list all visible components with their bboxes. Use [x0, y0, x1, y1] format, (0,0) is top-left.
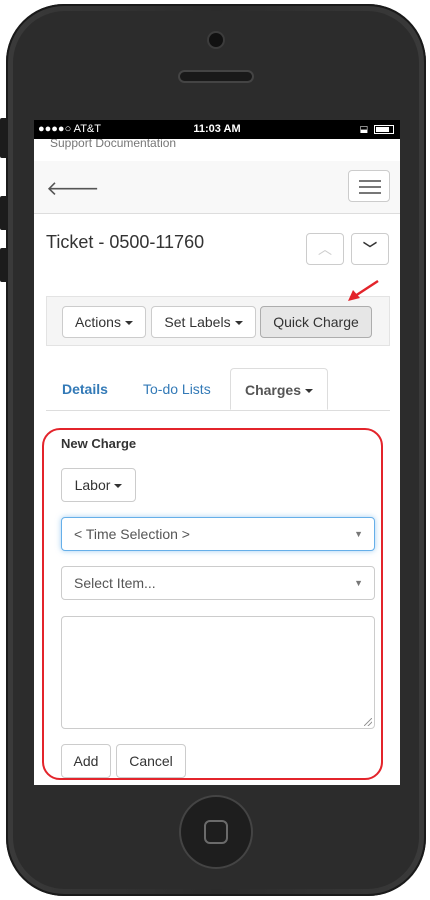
- chevron-up-icon: ︿: [318, 241, 332, 257]
- status-bar: ●●●●○ AT&T 11:03 AM ⬓: [34, 120, 400, 139]
- quick-charge-button[interactable]: Quick Charge: [260, 306, 372, 338]
- cut-off-header-text: Support Documentation: [50, 139, 177, 150]
- rotation-lock-icon: ⬓: [359, 124, 368, 134]
- menu-button[interactable]: [348, 170, 390, 202]
- caret-down-icon: [234, 321, 243, 326]
- volume-up-button: [0, 196, 8, 230]
- clock: 11:03 AM: [193, 123, 241, 135]
- caret-down-icon: [124, 321, 133, 326]
- navbar: 🡐: [34, 161, 400, 214]
- home-square-icon: [204, 820, 228, 844]
- tab-charges[interactable]: Charges: [230, 368, 328, 410]
- page-title: Ticket - 0500-11760: [46, 232, 205, 252]
- caret-down-icon: [305, 389, 314, 394]
- actions-button[interactable]: Actions: [62, 306, 146, 338]
- tab-todo-lists[interactable]: To-do Lists: [143, 368, 211, 410]
- previous-ticket-button[interactable]: ︿: [306, 233, 344, 265]
- action-toolbar: Actions Set Labels Quick Charge: [46, 296, 390, 346]
- front-camera: [209, 33, 223, 47]
- earpiece-speaker: [180, 72, 252, 81]
- menu-icon: [359, 180, 381, 182]
- highlight-annotation-box: [42, 428, 383, 780]
- mute-switch: [0, 118, 8, 158]
- tab-details[interactable]: Details: [62, 368, 108, 410]
- tab-bar: Details To-do Lists Charges: [46, 368, 390, 411]
- next-ticket-button[interactable]: ﹀: [351, 233, 389, 265]
- volume-down-button: [0, 248, 8, 282]
- red-arrow-icon: [348, 279, 379, 301]
- chevron-down-icon: ﹀: [363, 241, 377, 257]
- battery-icon: [374, 125, 394, 134]
- set-labels-button[interactable]: Set Labels: [151, 306, 256, 338]
- back-arrow-icon[interactable]: 🡐: [46, 176, 100, 201]
